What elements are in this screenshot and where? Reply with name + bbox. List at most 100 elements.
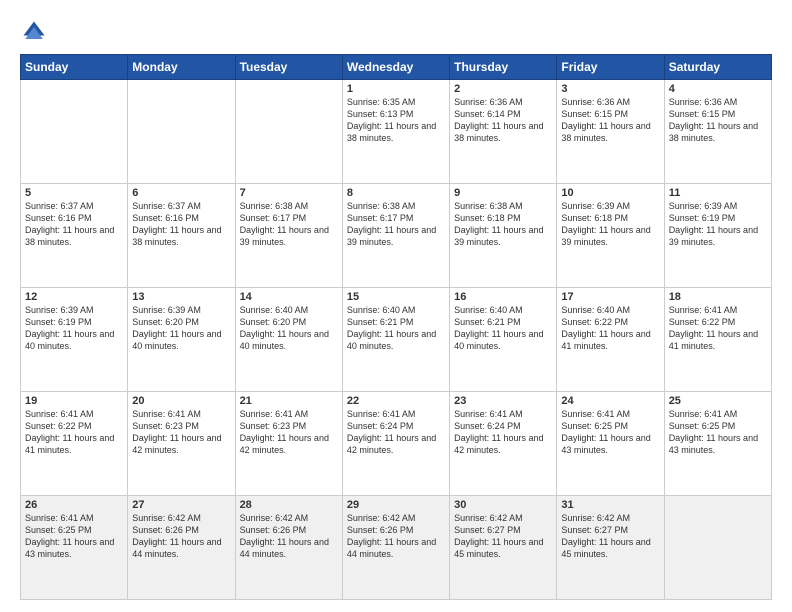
calendar-cell: 31Sunrise: 6:42 AM Sunset: 6:27 PM Dayli… bbox=[557, 496, 664, 600]
day-number: 11 bbox=[669, 187, 767, 199]
day-info: Sunrise: 6:41 AM Sunset: 6:24 PM Dayligh… bbox=[347, 408, 445, 457]
day-number: 13 bbox=[132, 291, 230, 303]
calendar-week-3: 12Sunrise: 6:39 AM Sunset: 6:19 PM Dayli… bbox=[21, 288, 772, 392]
calendar-cell: 23Sunrise: 6:41 AM Sunset: 6:24 PM Dayli… bbox=[450, 392, 557, 496]
day-number: 27 bbox=[132, 499, 230, 511]
day-info: Sunrise: 6:40 AM Sunset: 6:22 PM Dayligh… bbox=[561, 304, 659, 353]
calendar-header-row: SundayMondayTuesdayWednesdayThursdayFrid… bbox=[21, 55, 772, 80]
calendar-cell: 26Sunrise: 6:41 AM Sunset: 6:25 PM Dayli… bbox=[21, 496, 128, 600]
day-info: Sunrise: 6:39 AM Sunset: 6:20 PM Dayligh… bbox=[132, 304, 230, 353]
calendar-cell: 21Sunrise: 6:41 AM Sunset: 6:23 PM Dayli… bbox=[235, 392, 342, 496]
calendar-cell: 20Sunrise: 6:41 AM Sunset: 6:23 PM Dayli… bbox=[128, 392, 235, 496]
day-number: 22 bbox=[347, 395, 445, 407]
day-info: Sunrise: 6:41 AM Sunset: 6:25 PM Dayligh… bbox=[561, 408, 659, 457]
day-number: 18 bbox=[669, 291, 767, 303]
calendar-cell: 19Sunrise: 6:41 AM Sunset: 6:22 PM Dayli… bbox=[21, 392, 128, 496]
day-info: Sunrise: 6:39 AM Sunset: 6:19 PM Dayligh… bbox=[25, 304, 123, 353]
day-info: Sunrise: 6:38 AM Sunset: 6:18 PM Dayligh… bbox=[454, 200, 552, 249]
day-number: 28 bbox=[240, 499, 338, 511]
day-number: 10 bbox=[561, 187, 659, 199]
col-header-sunday: Sunday bbox=[21, 55, 128, 80]
header bbox=[20, 18, 772, 46]
calendar-cell: 18Sunrise: 6:41 AM Sunset: 6:22 PM Dayli… bbox=[664, 288, 771, 392]
day-info: Sunrise: 6:38 AM Sunset: 6:17 PM Dayligh… bbox=[240, 200, 338, 249]
day-number: 26 bbox=[25, 499, 123, 511]
day-info: Sunrise: 6:41 AM Sunset: 6:24 PM Dayligh… bbox=[454, 408, 552, 457]
calendar-cell: 29Sunrise: 6:42 AM Sunset: 6:26 PM Dayli… bbox=[342, 496, 449, 600]
day-info: Sunrise: 6:39 AM Sunset: 6:19 PM Dayligh… bbox=[669, 200, 767, 249]
day-info: Sunrise: 6:35 AM Sunset: 6:13 PM Dayligh… bbox=[347, 96, 445, 145]
day-info: Sunrise: 6:37 AM Sunset: 6:16 PM Dayligh… bbox=[25, 200, 123, 249]
logo-icon bbox=[20, 18, 48, 46]
calendar-cell bbox=[235, 80, 342, 184]
day-number: 12 bbox=[25, 291, 123, 303]
day-info: Sunrise: 6:38 AM Sunset: 6:17 PM Dayligh… bbox=[347, 200, 445, 249]
day-info: Sunrise: 6:42 AM Sunset: 6:26 PM Dayligh… bbox=[347, 512, 445, 561]
calendar-cell: 27Sunrise: 6:42 AM Sunset: 6:26 PM Dayli… bbox=[128, 496, 235, 600]
day-info: Sunrise: 6:42 AM Sunset: 6:27 PM Dayligh… bbox=[454, 512, 552, 561]
day-number: 23 bbox=[454, 395, 552, 407]
day-info: Sunrise: 6:41 AM Sunset: 6:23 PM Dayligh… bbox=[240, 408, 338, 457]
day-number: 8 bbox=[347, 187, 445, 199]
day-number: 24 bbox=[561, 395, 659, 407]
day-number: 3 bbox=[561, 83, 659, 95]
calendar-cell: 12Sunrise: 6:39 AM Sunset: 6:19 PM Dayli… bbox=[21, 288, 128, 392]
day-info: Sunrise: 6:36 AM Sunset: 6:14 PM Dayligh… bbox=[454, 96, 552, 145]
logo bbox=[20, 18, 52, 46]
calendar-week-4: 19Sunrise: 6:41 AM Sunset: 6:22 PM Dayli… bbox=[21, 392, 772, 496]
page: SundayMondayTuesdayWednesdayThursdayFrid… bbox=[0, 0, 792, 612]
day-number: 9 bbox=[454, 187, 552, 199]
col-header-tuesday: Tuesday bbox=[235, 55, 342, 80]
day-number: 7 bbox=[240, 187, 338, 199]
day-info: Sunrise: 6:41 AM Sunset: 6:25 PM Dayligh… bbox=[25, 512, 123, 561]
calendar-cell: 17Sunrise: 6:40 AM Sunset: 6:22 PM Dayli… bbox=[557, 288, 664, 392]
calendar-cell: 4Sunrise: 6:36 AM Sunset: 6:15 PM Daylig… bbox=[664, 80, 771, 184]
calendar-week-2: 5Sunrise: 6:37 AM Sunset: 6:16 PM Daylig… bbox=[21, 184, 772, 288]
col-header-monday: Monday bbox=[128, 55, 235, 80]
day-number: 6 bbox=[132, 187, 230, 199]
day-number: 19 bbox=[25, 395, 123, 407]
day-number: 2 bbox=[454, 83, 552, 95]
day-info: Sunrise: 6:36 AM Sunset: 6:15 PM Dayligh… bbox=[669, 96, 767, 145]
calendar-cell: 13Sunrise: 6:39 AM Sunset: 6:20 PM Dayli… bbox=[128, 288, 235, 392]
calendar-cell: 24Sunrise: 6:41 AM Sunset: 6:25 PM Dayli… bbox=[557, 392, 664, 496]
day-info: Sunrise: 6:40 AM Sunset: 6:20 PM Dayligh… bbox=[240, 304, 338, 353]
day-number: 5 bbox=[25, 187, 123, 199]
col-header-thursday: Thursday bbox=[450, 55, 557, 80]
calendar-cell: 15Sunrise: 6:40 AM Sunset: 6:21 PM Dayli… bbox=[342, 288, 449, 392]
calendar-cell: 9Sunrise: 6:38 AM Sunset: 6:18 PM Daylig… bbox=[450, 184, 557, 288]
col-header-saturday: Saturday bbox=[664, 55, 771, 80]
calendar-cell: 1Sunrise: 6:35 AM Sunset: 6:13 PM Daylig… bbox=[342, 80, 449, 184]
day-number: 15 bbox=[347, 291, 445, 303]
day-info: Sunrise: 6:37 AM Sunset: 6:16 PM Dayligh… bbox=[132, 200, 230, 249]
day-info: Sunrise: 6:41 AM Sunset: 6:22 PM Dayligh… bbox=[669, 304, 767, 353]
day-info: Sunrise: 6:41 AM Sunset: 6:23 PM Dayligh… bbox=[132, 408, 230, 457]
calendar-week-1: 1Sunrise: 6:35 AM Sunset: 6:13 PM Daylig… bbox=[21, 80, 772, 184]
day-number: 30 bbox=[454, 499, 552, 511]
calendar-cell: 7Sunrise: 6:38 AM Sunset: 6:17 PM Daylig… bbox=[235, 184, 342, 288]
day-info: Sunrise: 6:41 AM Sunset: 6:22 PM Dayligh… bbox=[25, 408, 123, 457]
day-number: 21 bbox=[240, 395, 338, 407]
day-info: Sunrise: 6:39 AM Sunset: 6:18 PM Dayligh… bbox=[561, 200, 659, 249]
col-header-friday: Friday bbox=[557, 55, 664, 80]
day-info: Sunrise: 6:42 AM Sunset: 6:26 PM Dayligh… bbox=[240, 512, 338, 561]
calendar-cell: 22Sunrise: 6:41 AM Sunset: 6:24 PM Dayli… bbox=[342, 392, 449, 496]
day-info: Sunrise: 6:42 AM Sunset: 6:26 PM Dayligh… bbox=[132, 512, 230, 561]
calendar-cell: 8Sunrise: 6:38 AM Sunset: 6:17 PM Daylig… bbox=[342, 184, 449, 288]
calendar-cell: 2Sunrise: 6:36 AM Sunset: 6:14 PM Daylig… bbox=[450, 80, 557, 184]
day-number: 25 bbox=[669, 395, 767, 407]
day-number: 20 bbox=[132, 395, 230, 407]
calendar-cell: 30Sunrise: 6:42 AM Sunset: 6:27 PM Dayli… bbox=[450, 496, 557, 600]
day-info: Sunrise: 6:40 AM Sunset: 6:21 PM Dayligh… bbox=[347, 304, 445, 353]
day-number: 31 bbox=[561, 499, 659, 511]
day-number: 14 bbox=[240, 291, 338, 303]
col-header-wednesday: Wednesday bbox=[342, 55, 449, 80]
day-number: 1 bbox=[347, 83, 445, 95]
day-info: Sunrise: 6:42 AM Sunset: 6:27 PM Dayligh… bbox=[561, 512, 659, 561]
calendar-cell: 6Sunrise: 6:37 AM Sunset: 6:16 PM Daylig… bbox=[128, 184, 235, 288]
day-number: 29 bbox=[347, 499, 445, 511]
calendar-cell bbox=[128, 80, 235, 184]
calendar-cell bbox=[664, 496, 771, 600]
calendar-cell: 28Sunrise: 6:42 AM Sunset: 6:26 PM Dayli… bbox=[235, 496, 342, 600]
calendar-cell bbox=[21, 80, 128, 184]
